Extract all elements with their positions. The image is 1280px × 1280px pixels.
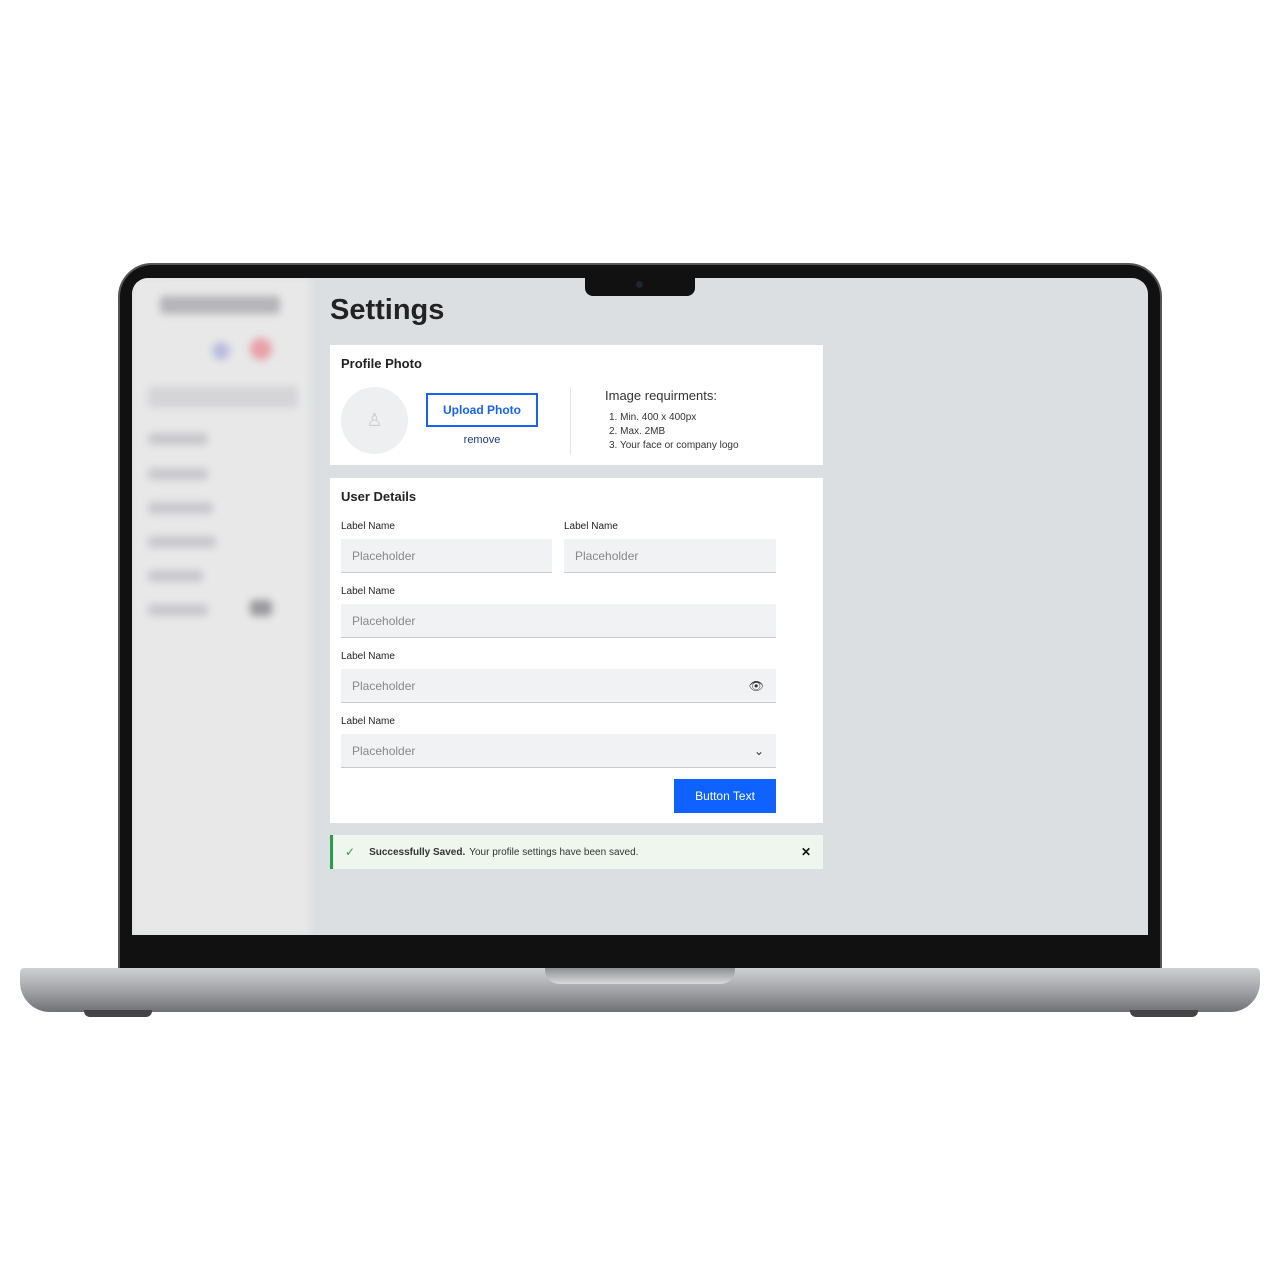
field-label: Label Name (341, 521, 395, 532)
user-icon: ♙ (366, 410, 383, 430)
success-notification: ✓ Successfully Saved. Your profile setti… (330, 835, 823, 869)
chevron-down-icon: ⌄ (753, 743, 764, 758)
toast-message: Your profile settings have been saved. (469, 846, 639, 858)
laptop-groove (545, 968, 735, 984)
text-input[interactable]: Placeholder (564, 539, 776, 573)
select-placeholder: Placeholder (352, 743, 416, 758)
screen: Settings Profile Photo ♙ Upload Photo re… (132, 278, 1148, 935)
sidebar-blurred (132, 278, 310, 935)
field-label: Label Name (341, 586, 395, 597)
field-label: Label Name (341, 651, 395, 662)
toast-title: Successfully Saved. (369, 846, 466, 858)
submit-button[interactable]: Button Text (674, 779, 776, 813)
upload-photo-button[interactable]: Upload Photo (426, 393, 538, 427)
text-input[interactable]: Placeholder (341, 604, 776, 638)
profile-photo-heading: Profile Photo (341, 356, 422, 371)
avatar-placeholder[interactable]: ♙ (341, 387, 408, 454)
laptop-foot (84, 1010, 152, 1017)
remove-photo-link[interactable]: remove (426, 434, 538, 446)
camera-icon (636, 281, 643, 288)
field-label: Label Name (341, 716, 395, 727)
laptop-foot (1130, 1010, 1198, 1017)
laptop-chin (120, 935, 1160, 970)
requirement-item: 1. Min. 400 x 400px (609, 412, 697, 423)
page-title: Settings (330, 294, 445, 326)
requirements-title: Image requirments: (605, 388, 717, 403)
password-placeholder: Placeholder (352, 678, 416, 693)
eye-icon[interactable]: 👁 (749, 679, 764, 693)
user-details-card: User Details Label Name Placeholder Labe… (330, 478, 823, 823)
profile-photo-card: Profile Photo ♙ Upload Photo remove Imag… (330, 345, 823, 465)
password-input[interactable]: Placeholder 👁 (341, 669, 776, 703)
requirement-item: 3. Your face or company logo (609, 440, 739, 451)
divider (570, 387, 571, 455)
requirements-list: 1. Min. 400 x 400px 2. Max. 2MB 3. Your … (609, 411, 739, 453)
close-icon[interactable]: ✕ (801, 845, 811, 859)
field-label: Label Name (564, 521, 618, 532)
select-dropdown[interactable]: Placeholder ⌄ (341, 734, 776, 768)
text-input[interactable]: Placeholder (341, 539, 552, 573)
user-details-heading: User Details (341, 489, 417, 504)
requirement-item: 2. Max. 2MB (609, 426, 666, 437)
checkmark-icon: ✓ (345, 845, 356, 859)
